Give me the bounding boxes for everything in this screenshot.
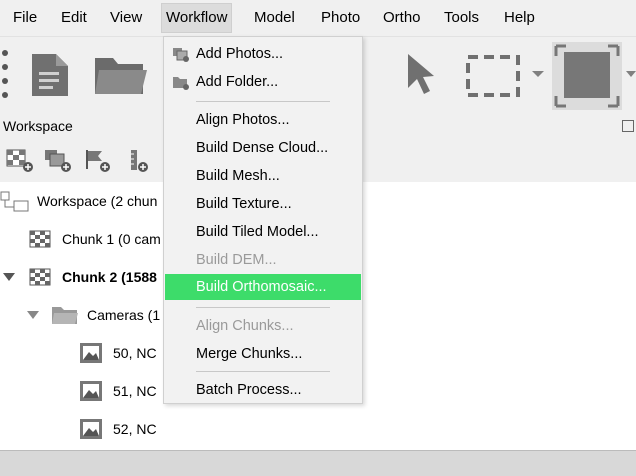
menu-item-align-chunks[interactable]: Align Chunks...: [164, 313, 362, 339]
menu-separator: [196, 307, 330, 308]
menu-item-label: Build Dense Cloud...: [196, 140, 329, 156]
chunk-icon: [29, 268, 51, 286]
menu-item-build-tiled-model[interactable]: Build Tiled Model...: [164, 219, 362, 245]
undock-icon[interactable]: [622, 120, 634, 132]
folder-icon: [52, 307, 78, 324]
menu-item-batch-process[interactable]: Batch Process...: [164, 377, 362, 403]
camera-image-icon: [80, 419, 102, 439]
tree-label: 50, NC: [113, 345, 157, 361]
add-folder-icon: [173, 77, 189, 90]
menu-separator: [196, 371, 330, 372]
camera-image-icon: [80, 343, 102, 363]
expand-arrow-icon[interactable]: [3, 273, 15, 283]
rectangle-selection-icon[interactable]: [465, 54, 521, 98]
tree-label: Cameras (1: [87, 307, 161, 323]
workspace-toolbar: [0, 143, 170, 177]
toolbar-grip-icon[interactable]: [2, 50, 10, 106]
tree-label: 52, NC: [113, 421, 157, 437]
menu-ortho[interactable]: Ortho: [379, 4, 425, 32]
menu-item-label: Align Photos...: [196, 112, 290, 128]
menu-workflow[interactable]: Workflow: [161, 3, 233, 33]
menu-view[interactable]: View: [106, 4, 146, 32]
add-photos-icon[interactable]: [44, 149, 72, 173]
menu-item-build-dense-cloud[interactable]: Build Dense Cloud...: [164, 135, 362, 161]
camera-image-icon: [80, 381, 102, 401]
menu-item-add-folder[interactable]: Add Folder...: [164, 69, 362, 95]
menu-item-label: Build Mesh...: [196, 168, 280, 184]
workspace-icon: [0, 191, 29, 212]
open-folder-icon[interactable]: [93, 52, 149, 98]
menu-item-build-mesh[interactable]: Build Mesh...: [164, 163, 362, 189]
menu-item-align-photos[interactable]: Align Photos...: [164, 107, 362, 133]
menu-photo[interactable]: Photo: [317, 4, 364, 32]
expand-arrow-icon[interactable]: [27, 311, 39, 321]
menu-item-build-dem[interactable]: Build DEM...: [164, 247, 362, 273]
menu-item-label: Add Folder...: [196, 74, 279, 90]
menu-help[interactable]: Help: [500, 4, 539, 32]
add-chunk-icon[interactable]: [6, 149, 34, 173]
tree-label: Chunk 1 (0 cam: [62, 231, 161, 247]
chunk-icon: [29, 230, 51, 248]
menu-item-build-orthomosaic[interactable]: Build Orthomosaic...: [165, 274, 361, 300]
menu-edit[interactable]: Edit: [57, 4, 91, 32]
navigation-arrow-icon[interactable]: [404, 52, 438, 98]
menu-tools[interactable]: Tools: [440, 4, 483, 32]
menu-item-add-photos[interactable]: Add Photos...: [164, 41, 362, 67]
menu-item-label: Build DEM...: [196, 252, 277, 268]
chevron-down-icon[interactable]: [530, 69, 546, 79]
menu-separator: [196, 101, 330, 102]
menu-item-label: Batch Process...: [196, 382, 302, 398]
menu-item-label: Build Orthomosaic...: [196, 279, 327, 295]
add-scalebar-icon[interactable]: [126, 149, 154, 173]
workspace-title: Workspace: [3, 118, 73, 134]
resize-region-icon: [554, 44, 620, 108]
workflow-dropdown-menu: Add Photos... Add Folder... Align Photos…: [163, 36, 363, 404]
chevron-down-icon[interactable]: [624, 69, 636, 79]
horizontal-scrollbar[interactable]: [0, 450, 636, 476]
active-tool-frame[interactable]: [552, 42, 622, 110]
menu-bar: File Edit View Workflow Model Photo Orth…: [0, 0, 636, 36]
menu-item-label: Build Tiled Model...: [196, 224, 319, 240]
tree-label: 51, NC: [113, 383, 157, 399]
menu-item-label: Merge Chunks...: [196, 346, 303, 362]
menu-item-label: Build Texture...: [196, 196, 292, 212]
menu-model[interactable]: Model: [250, 4, 299, 32]
menu-item-label: Add Photos...: [196, 46, 284, 62]
menu-item-label: Align Chunks...: [196, 318, 294, 334]
menu-item-merge-chunks[interactable]: Merge Chunks...: [164, 341, 362, 367]
add-photos-icon: [173, 48, 189, 62]
menu-file[interactable]: File: [9, 4, 41, 32]
tree-label: Chunk 2 (1588: [62, 269, 157, 285]
tree-label: Workspace (2 chun: [37, 193, 158, 209]
new-document-icon[interactable]: [30, 52, 70, 98]
menu-item-build-texture[interactable]: Build Texture...: [164, 191, 362, 217]
add-marker-icon[interactable]: [84, 149, 112, 173]
